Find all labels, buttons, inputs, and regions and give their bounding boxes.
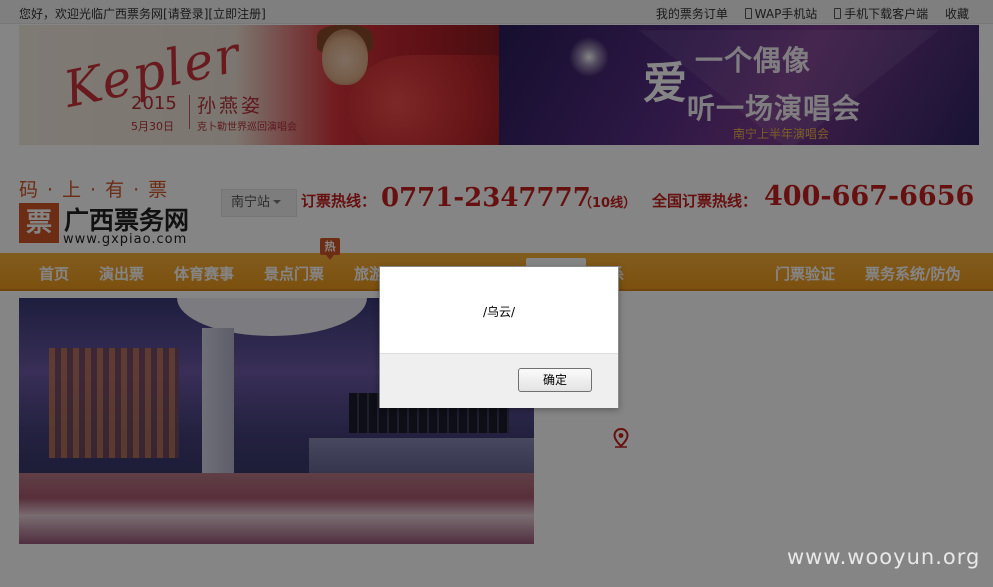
alert-message: /乌云/: [482, 305, 516, 319]
alert-dialog: /乌云/ 确定: [379, 266, 619, 408]
alert-footer: 确定: [380, 353, 618, 408]
ok-button[interactable]: 确定: [518, 368, 592, 392]
watermark-text: www.wooyun.org: [787, 545, 981, 569]
